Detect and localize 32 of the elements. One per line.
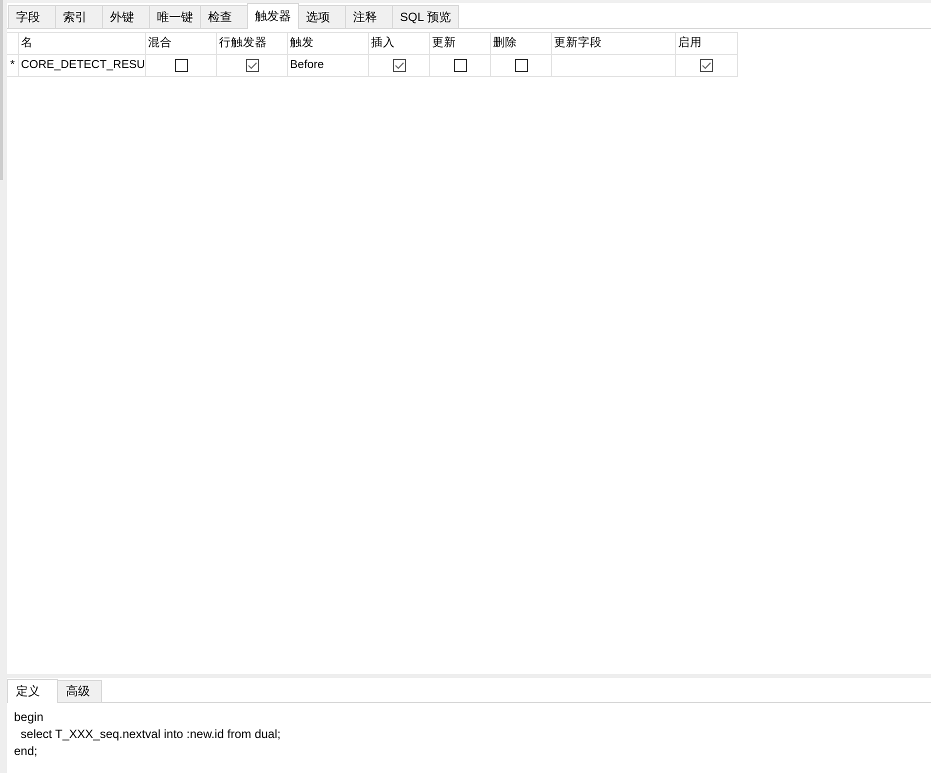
tab[interactable]: 外键 [102,5,150,28]
column-header: 更新 [430,33,491,55]
column-header: 启用 [676,33,738,55]
column-header: 混合 [146,33,217,55]
column-header: 删除 [491,33,552,55]
code-line: end; [14,743,38,760]
tab[interactable]: 检查 [200,5,248,28]
checkbox[interactable] [392,59,406,72]
checkbox[interactable] [174,59,188,72]
tab[interactable]: 索引 [55,5,103,28]
tab[interactable]: 高级 [57,680,102,702]
column-header: 名 [19,33,146,55]
column-header: 行触发器 [217,33,288,55]
tab[interactable]: SQL 预览 [392,5,459,28]
tab[interactable]: 触发器 [247,3,299,29]
tab[interactable]: 字段 [8,5,56,28]
table-cell: CORE_DETECT_RESU [19,55,146,77]
tab[interactable]: 唯一键 [149,5,201,28]
column-header: 触发 [288,33,369,55]
checkbox[interactable] [246,59,258,72]
code-line: select T_XXX_seq.nextval into :new.id from dual; [20,726,281,743]
table-cell: Before [288,55,369,77]
code-line: begin [14,709,44,726]
tab[interactable]: 选项 [298,5,346,28]
column-header: 插入 [369,33,430,55]
checkbox[interactable] [700,59,713,72]
tab[interactable]: 定义 [7,679,58,703]
checkbox[interactable] [514,59,528,72]
column-header: 更新字段 [552,33,676,55]
tab[interactable]: 注释 [345,5,393,28]
checkbox[interactable] [454,59,466,72]
scrollbar-thumb[interactable] [0,0,3,180]
